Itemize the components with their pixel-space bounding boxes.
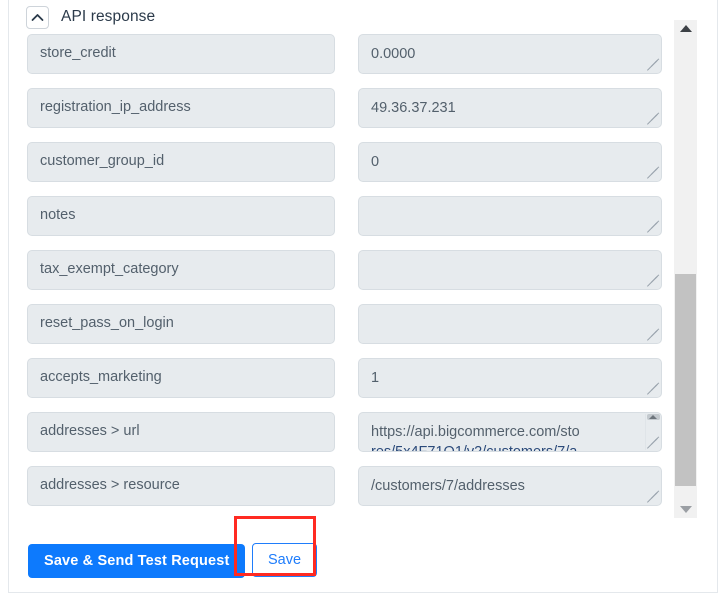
- panel-header: API response: [9, 0, 717, 34]
- field-value-textarea[interactable]: 49.36.37.231: [358, 88, 662, 128]
- chevron-up-icon: [31, 13, 44, 22]
- field-value-text: 49.36.37.231: [371, 100, 456, 116]
- field-key-input[interactable]: addresses > url: [27, 412, 335, 452]
- scrollbar-thumb[interactable]: [675, 274, 696, 486]
- field-value-text: /customers/7/addresses: [371, 478, 525, 494]
- field-value-text-overflow-line: res/5x4F71Q1/v2/customers/7/a: [371, 444, 578, 452]
- field-rows: store_credit 0.0000 registration_ip_addres…: [9, 34, 681, 520]
- field-value-text: 1: [371, 370, 380, 386]
- textarea-resize-grip-icon[interactable]: [646, 274, 660, 288]
- textarea-resize-grip-icon[interactable]: [646, 490, 660, 504]
- field-row: addresses > url https://api.bigcommerce.c…: [9, 412, 681, 466]
- field-key-input[interactable]: tax_exempt_category: [27, 250, 335, 290]
- field-key-input[interactable]: store_credit: [27, 34, 335, 74]
- field-key-input[interactable]: accepts_marketing: [27, 358, 335, 398]
- field-value-text: 0: [371, 154, 380, 170]
- field-row: notes: [9, 196, 681, 250]
- field-row: customer_group_id 0: [9, 142, 681, 196]
- field-row: registration_ip_address 49.36.37.231: [9, 88, 681, 142]
- field-value-textarea[interactable]: 0: [358, 142, 662, 182]
- field-value-textarea[interactable]: [358, 250, 662, 290]
- field-value-textarea[interactable]: https://api.bigcommerce.com/sto res/5x4F7…: [358, 412, 662, 452]
- field-key-input[interactable]: notes: [27, 196, 335, 236]
- fields-scroll-region: store_credit 0.0000 registration_ip_addres…: [9, 34, 717, 524]
- scroll-up-arrow-icon[interactable]: [674, 20, 697, 37]
- field-key-input[interactable]: customer_group_id: [27, 142, 335, 182]
- field-value-textarea[interactable]: /customers/7/addresses: [358, 466, 662, 506]
- field-key-input[interactable]: addresses > resource: [27, 466, 335, 506]
- field-value-text: 0.0000: [371, 46, 416, 62]
- textarea-resize-grip-icon[interactable]: [646, 166, 660, 180]
- field-row: accepts_marketing 1: [9, 358, 681, 412]
- textarea-resize-grip-icon[interactable]: [646, 58, 660, 72]
- textarea-resize-grip-icon[interactable]: [646, 112, 660, 126]
- field-value-text: https://api.bigcommerce.com/sto: [371, 424, 580, 440]
- field-row: store_credit 0.0000: [9, 34, 681, 88]
- textarea-resize-grip-icon[interactable]: [646, 328, 660, 342]
- textarea-resize-grip-icon[interactable]: [646, 220, 660, 234]
- field-row: addresses > resource/customers/7/address…: [9, 466, 681, 520]
- save-button[interactable]: Save: [252, 543, 318, 577]
- field-row: reset_pass_on_login: [9, 304, 681, 358]
- field-value-textarea[interactable]: [358, 196, 662, 236]
- page-title: API response: [61, 8, 156, 25]
- textarea-scroll-up-arrow-icon[interactable]: [649, 415, 657, 419]
- footer-actions: Save & Send Test Request Save: [9, 516, 717, 592]
- save-and-send-test-request-button[interactable]: Save & Send Test Request: [28, 544, 246, 578]
- field-value-textarea[interactable]: 0.0000: [358, 34, 662, 74]
- textarea-resize-grip-icon[interactable]: [646, 382, 660, 396]
- vertical-scrollbar[interactable]: [674, 20, 697, 518]
- scroll-down-arrow-icon[interactable]: [674, 501, 697, 518]
- field-value-textarea[interactable]: [358, 304, 662, 344]
- field-value-textarea[interactable]: 1: [358, 358, 662, 398]
- field-key-input[interactable]: reset_pass_on_login: [27, 304, 335, 344]
- collapse-toggle-button[interactable]: [26, 5, 49, 29]
- field-key-input[interactable]: registration_ip_address: [27, 88, 335, 128]
- api-response-card: API response store_credit 0.0000 registrat…: [8, 0, 718, 593]
- textarea-inner-scrollbar[interactable]: [645, 414, 660, 450]
- field-row: tax_exempt_category: [9, 250, 681, 304]
